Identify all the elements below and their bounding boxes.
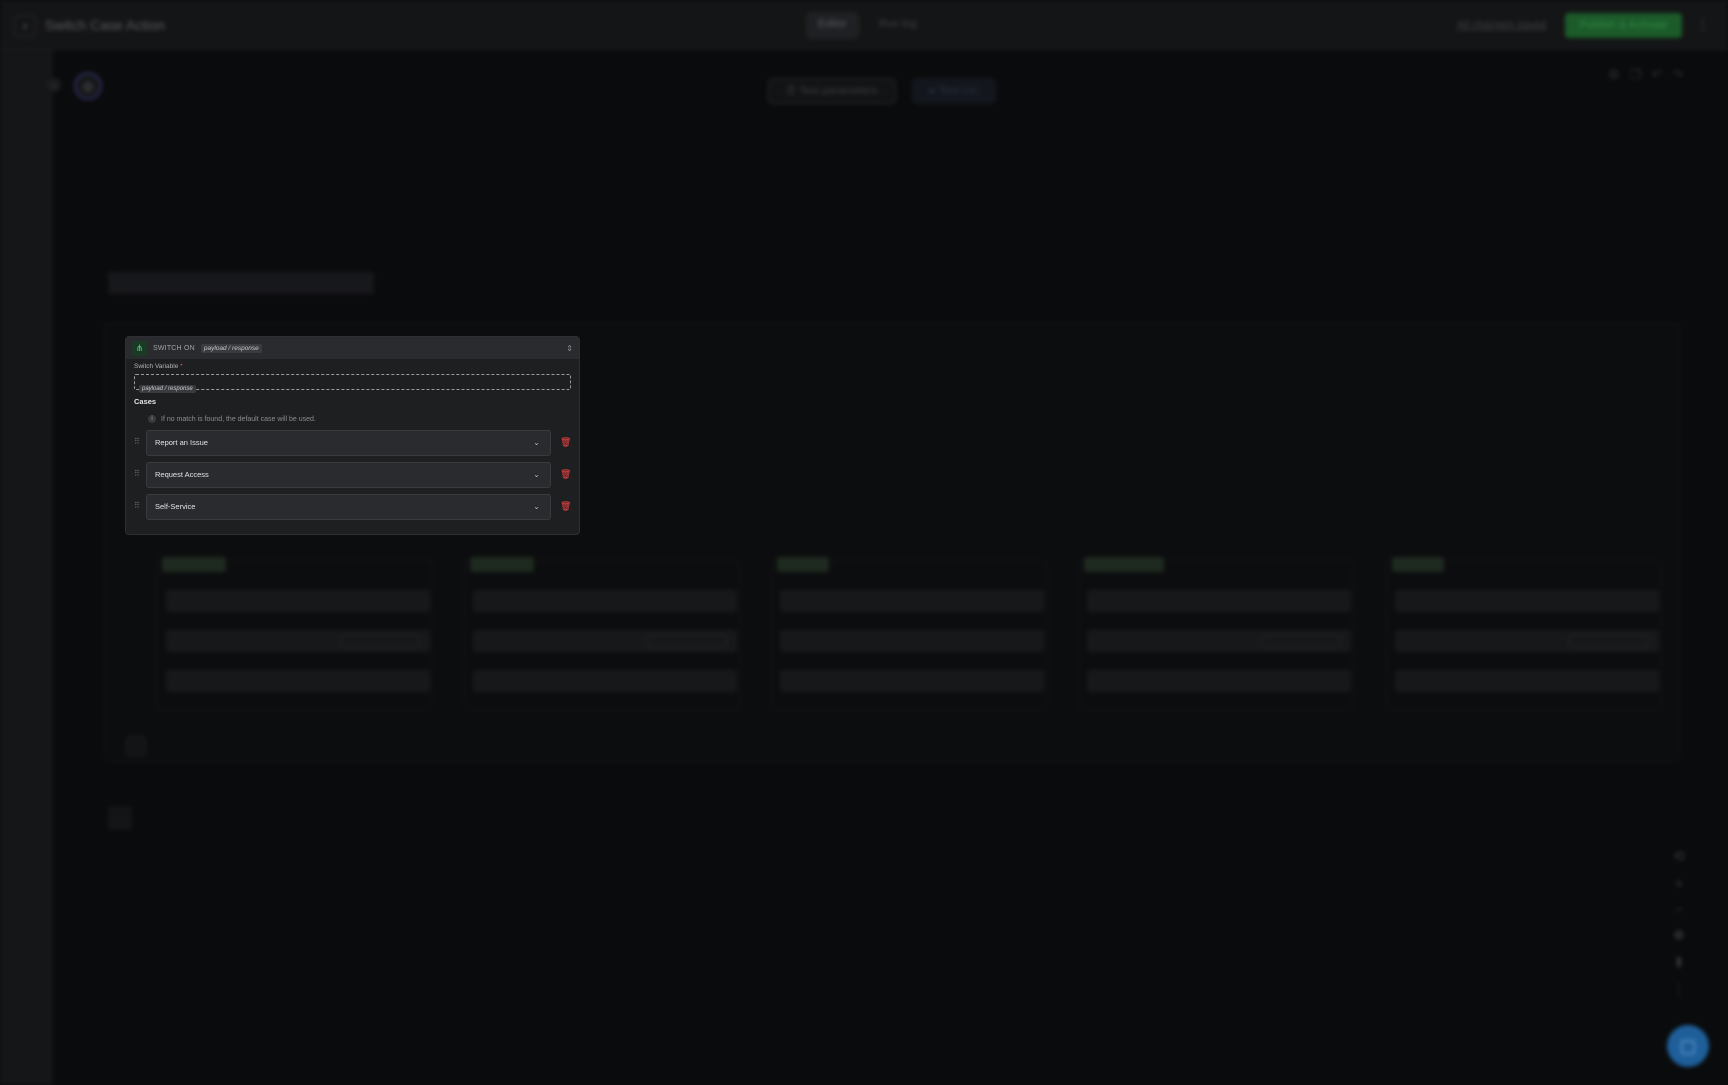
workflow-node[interactable] — [473, 590, 737, 612]
workflow-node[interactable] — [166, 670, 430, 692]
case-label: Report an Issue — [155, 438, 208, 447]
zoom-out-icon[interactable]: − — [1675, 901, 1683, 917]
case-dropdown[interactable]: Report an Issue ⌄ — [146, 430, 551, 456]
chevron-down-icon[interactable]: ⌄ — [533, 431, 540, 455]
case-label: Request Access — [155, 470, 209, 479]
page-title: Switch Case Action — [45, 17, 165, 33]
test-run-button[interactable]: ▸ Test run — [912, 78, 996, 104]
test-parameters-label: Test parameters — [798, 85, 878, 97]
workflow-node[interactable] — [1087, 670, 1351, 692]
workflow-node[interactable] — [780, 630, 1044, 652]
case-dropdown[interactable]: Request Access ⌄ — [146, 462, 551, 488]
test-run-label: Test run — [938, 85, 978, 97]
node-tag — [647, 634, 727, 648]
save-status[interactable]: All changes saved — [1457, 19, 1546, 31]
drag-handle-icon[interactable]: ⠿ — [134, 437, 140, 446]
more-vertical-icon[interactable]: ⋮ — [1695, 15, 1710, 33]
case-row: ⠿ Report an Issue ⌄ 🗑 — [134, 430, 574, 456]
undo-icon[interactable]: ↶ — [1651, 67, 1662, 83]
workflow-node[interactable] — [1395, 670, 1659, 692]
play-icon: ▸ — [930, 85, 939, 97]
tab-bar: Editor Run log — [806, 12, 929, 39]
workflow-node[interactable] — [166, 630, 430, 652]
workflow-node[interactable] — [166, 590, 430, 612]
trash-icon[interactable]: 🗑 — [560, 437, 571, 448]
case-row: ⠿ Self-Service ⌄ 🗑 — [134, 494, 574, 520]
workflow-node[interactable] — [473, 670, 737, 692]
case-chip — [470, 557, 534, 572]
zoom-in-icon[interactable]: + — [1675, 875, 1683, 891]
workflow-node[interactable] — [1087, 630, 1351, 652]
switch-title: SWITCH ON — [153, 344, 195, 352]
switch-variable-pill: payload / response — [200, 343, 262, 353]
top-bar: ‹ Switch Case Action Editor Run log All … — [0, 0, 1728, 50]
node-tag — [1569, 634, 1649, 648]
trash-icon[interactable]: 🗑 — [560, 469, 571, 480]
chat-icon[interactable]: ▢ — [1667, 1025, 1709, 1067]
case-label: Self-Service — [155, 502, 196, 511]
node-tag — [1261, 634, 1341, 648]
trash-icon[interactable]: 🗑 — [560, 501, 571, 512]
workflow-node[interactable] — [780, 670, 1044, 692]
left-sidebar — [0, 50, 52, 1085]
settings-icon[interactable]: ⚙ — [1608, 67, 1620, 83]
drag-handle-icon[interactable]: ⠿ — [134, 501, 140, 510]
trigger-input[interactable] — [108, 272, 374, 294]
workflow-node[interactable] — [473, 630, 737, 652]
case-chip — [777, 557, 829, 572]
app-logo-icon[interactable]: ◎ — [74, 72, 102, 100]
workflow-node[interactable] — [1087, 590, 1351, 612]
switch-panel: ⋔ SWITCH ON payload / response ⇕ Switch … — [125, 336, 580, 535]
reset-view-icon[interactable]: ⟲ — [1673, 848, 1685, 865]
fit-view-icon[interactable]: ✥ — [1673, 927, 1685, 944]
case-chip — [1392, 557, 1444, 572]
list-icon: ☰ — [786, 85, 799, 97]
expand-collapse-icon[interactable]: ⇕ — [566, 344, 573, 353]
required-mark: * — [180, 363, 183, 370]
copy-icon[interactable]: ❐ — [1630, 67, 1642, 83]
zoom-controls: ⟲ + − ✥ ⬍ ⋮ — [1672, 848, 1686, 998]
switch-variable-label: Switch Variable * — [134, 363, 183, 370]
node-tag — [340, 634, 420, 648]
branch-icon: ⋔ — [132, 340, 147, 356]
workflow-node[interactable] — [780, 590, 1044, 612]
switch-variable-input[interactable]: payload / response — [134, 374, 571, 393]
back-button[interactable]: ‹ — [14, 15, 36, 37]
chevron-down-icon[interactable]: ⌄ — [533, 463, 540, 487]
case-chip — [1084, 557, 1164, 572]
workflow-node[interactable] — [1395, 590, 1659, 612]
switch-variable-input-pill[interactable]: payload / response — [139, 385, 196, 393]
workflow-node[interactable] — [1395, 630, 1659, 652]
chevron-down-icon[interactable]: ⌄ — [533, 495, 540, 519]
chevron-left-icon: ‹ — [22, 18, 28, 33]
redo-icon[interactable]: ↷ — [1672, 67, 1683, 83]
drag-handle-icon[interactable]: ⠿ — [134, 469, 140, 478]
layout-icon[interactable]: ⋮ — [1672, 981, 1686, 998]
switch-variable-label-text: Switch Variable — [134, 363, 179, 370]
case-row — [134, 399, 574, 425]
case-chip — [162, 557, 226, 572]
case-row: ⠿ Request Access ⌄ 🗑 — [134, 462, 574, 488]
expand-sidebar-button[interactable]: › — [47, 78, 61, 92]
output-node[interactable] — [108, 806, 132, 830]
switch-panel-header[interactable]: ⋔ SWITCH ON payload / response ⇕ — [126, 337, 579, 359]
tab-editor[interactable]: Editor — [806, 12, 859, 39]
tab-run-log[interactable]: Run log — [867, 12, 929, 39]
test-parameters-button[interactable]: ☰ Test parameters — [768, 78, 896, 104]
pin-icon[interactable]: ⬍ — [1673, 954, 1685, 971]
add-case-button[interactable] — [126, 736, 146, 756]
publish-button[interactable]: Publish & Activate — [1565, 13, 1682, 38]
case-dropdown[interactable]: Self-Service ⌄ — [146, 494, 551, 520]
canvas-toolbar: ⚙ ❐ ↶ ↷ — [1608, 67, 1683, 83]
